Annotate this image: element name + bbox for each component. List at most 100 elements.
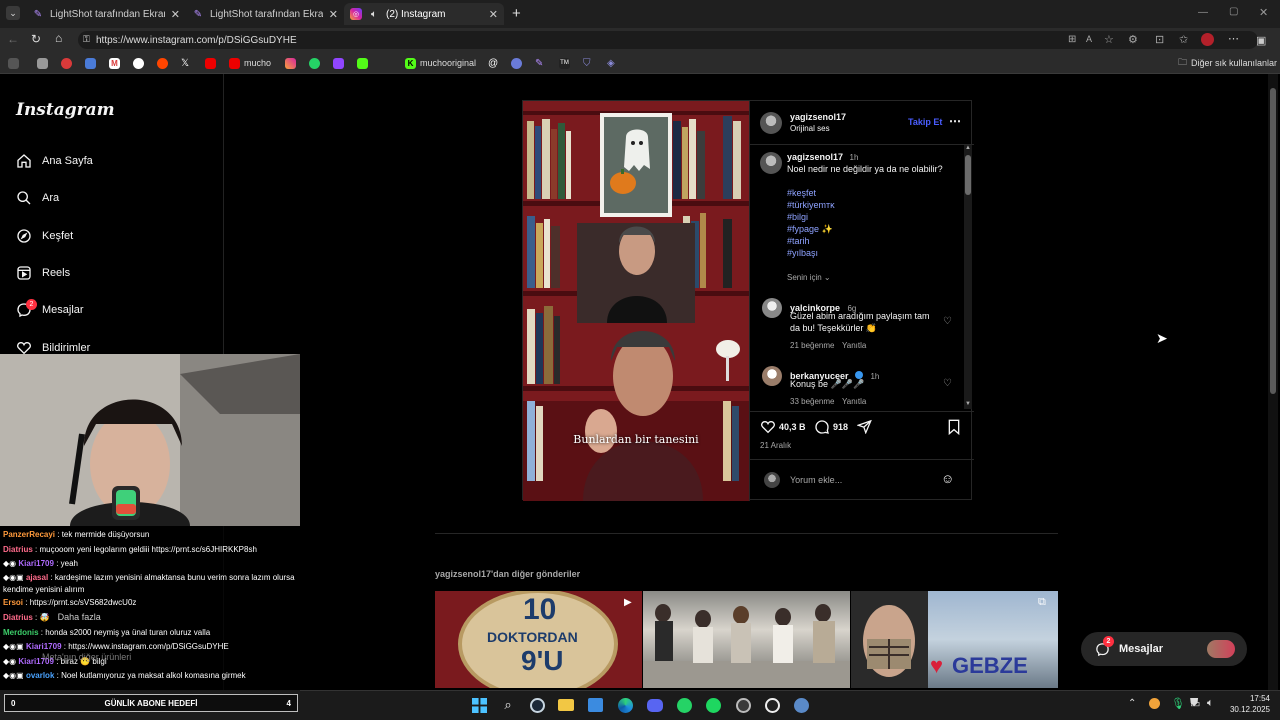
address-bar[interactable]: ⚿ https://www.instagram.com/p/DSiGGsuDYH… <box>78 31 1258 49</box>
speaker-icon[interactable]: 🔈︎ <box>368 8 380 20</box>
scroll-thumb[interactable] <box>965 155 971 195</box>
caption-username[interactable]: yagizsenol17 <box>787 152 843 162</box>
comment-likes[interactable]: 33 beğenme <box>790 397 834 406</box>
edge-browser-icon[interactable] <box>616 696 634 714</box>
comments-scrollbar[interactable]: ▲ ▼ <box>964 145 972 409</box>
hashtag-link[interactable]: #tarih <box>787 235 810 247</box>
browser-tab-lightshot-2[interactable]: ✎ LightShot tarafından Ekran Görüntü ✕ <box>186 3 344 25</box>
bookmark-mucho[interactable]: mucho <box>229 56 271 70</box>
tray-app-icon[interactable] <box>1149 698 1160 709</box>
scroll-up-arrow-icon[interactable]: ▲ <box>965 145 971 151</box>
comment-like-heart-icon[interactable]: ♡ <box>943 316 952 327</box>
refresh-icon[interactable]: ↻ <box>31 32 41 46</box>
favorites-icon[interactable]: ✩ <box>1179 33 1188 46</box>
hashtag-link[interactable]: #bilgi <box>787 211 808 223</box>
bookmark-kick-icon[interactable] <box>357 56 372 70</box>
close-icon[interactable]: ✕ <box>489 8 498 21</box>
more-post-thumbnail[interactable] <box>851 591 928 688</box>
whatsapp-icon[interactable] <box>675 696 693 714</box>
split-screen-icon[interactable]: ⊡ <box>1155 33 1164 46</box>
bookmark-docs-icon[interactable] <box>85 56 100 70</box>
network-icon[interactable]: ▭ <box>1190 697 1200 710</box>
search-icon[interactable]: ⌕ <box>499 696 517 714</box>
volume-icon[interactable]: 🔈︎ <box>1207 697 1214 710</box>
nav-reels[interactable]: Reels <box>16 262 70 284</box>
close-window-icon[interactable]: ✕ <box>1259 6 1268 19</box>
bookmark-folder-icon[interactable] <box>37 56 52 70</box>
nav-explore[interactable]: Keşfet <box>16 225 73 247</box>
bookmark-threads-icon[interactable]: @ <box>488 56 498 70</box>
page-scrollbar-thumb[interactable] <box>1270 88 1276 394</box>
more-label[interactable]: Daha fazla <box>58 612 101 622</box>
post-date[interactable]: 21 Aralık <box>760 441 791 450</box>
nav-search[interactable]: Ara <box>16 187 59 209</box>
bookmark-chrome-icon[interactable] <box>61 56 76 70</box>
vpn-app-icon[interactable] <box>792 696 810 714</box>
more-menu-icon[interactable]: ⋯ <box>1228 32 1239 45</box>
bookmark-sync-icon[interactable] <box>511 56 526 70</box>
browser-tab-lightshot-1[interactable]: ✎ LightShot tarafından Ekran Görüntü ✕ <box>26 3 186 25</box>
comment-likes[interactable]: 21 beğenme <box>790 341 834 350</box>
reader-icon[interactable]: ⊞ <box>1068 34 1076 45</box>
steam-icon[interactable] <box>528 696 546 714</box>
comment-button[interactable]: 918 <box>814 419 848 435</box>
new-tab-plus-icon[interactable]: + <box>512 5 521 22</box>
comment-reply-button[interactable]: Yanıtla <box>842 397 866 406</box>
hashtag-link[interactable]: #fypage ✨ <box>787 223 833 235</box>
bookmark-tabs-icon[interactable] <box>8 56 23 70</box>
comment-input[interactable]: Yorum ekle... <box>790 475 842 485</box>
messages-pill[interactable]: 2 Mesajlar <box>1081 632 1247 666</box>
hashtag-link[interactable]: #yılbaşı <box>787 247 818 259</box>
more-post-thumbnail[interactable] <box>643 591 850 688</box>
share-button[interactable] <box>856 419 872 439</box>
comment-avatar[interactable] <box>762 366 782 386</box>
favorite-star-icon[interactable]: ☆ <box>1104 33 1114 46</box>
bookmark-twitch-icon[interactable] <box>333 56 348 70</box>
obs-icon[interactable] <box>763 696 781 714</box>
browser-tab-instagram[interactable]: ◎ 🔈︎ (2) Instagram ✕ <box>344 3 504 25</box>
bookmark-feather-icon[interactable]: ✎ <box>535 56 543 70</box>
maximize-icon[interactable]: ▢ <box>1229 6 1238 17</box>
save-button[interactable] <box>947 419 961 440</box>
reel-video[interactable]: Bunlardan bir tanesini <box>523 101 749 501</box>
site-info-icon[interactable]: ⚿ <box>83 34 90 45</box>
bookmark-shield-icon[interactable]: ⛉ <box>583 56 591 70</box>
clock[interactable]: 17:54 30.12.2025 <box>1224 693 1270 715</box>
more-options-icon[interactable]: ⋯ <box>949 114 961 128</box>
more-posts-heading[interactable]: yagizsenol17'dan diğer gönderiler <box>435 569 580 579</box>
bookmark-gmail-icon[interactable]: M <box>109 56 124 70</box>
discord-icon[interactable] <box>646 696 664 714</box>
hashtag-link[interactable]: #keşfet <box>787 187 816 199</box>
meta-products-label[interactable]: Meta'nın diğer ürünleri <box>42 650 131 665</box>
bookmark-tm[interactable]: TM <box>559 56 574 70</box>
spotify-icon[interactable] <box>704 696 722 714</box>
sidebar-toggle-icon[interactable]: ▣ <box>1256 34 1266 47</box>
audio-label[interactable]: Orijinal ses <box>790 124 830 133</box>
hashtag-link[interactable]: #türkiyemᴛᴋ <box>787 199 835 211</box>
for-you-filter[interactable]: Senin için ⌄ <box>787 273 831 282</box>
home-browser-icon[interactable]: ⌂ <box>55 31 62 45</box>
emoji-icon[interactable]: ☺ <box>941 471 954 486</box>
bookmark-google-icon[interactable] <box>133 56 148 70</box>
tray-mic-icon[interactable]: 🎙︎ <box>1171 697 1185 710</box>
follow-button[interactable]: Takip Et <box>908 117 942 127</box>
other-favorites[interactable]: 🗀 Diğer sık kullanılanlar <box>1178 56 1277 70</box>
like-button[interactable]: 40,3 B <box>760 419 806 435</box>
tab-list-chevron-icon[interactable]: ⌄ <box>6 6 20 20</box>
nav-home[interactable]: Ana Sayfa <box>16 150 93 172</box>
start-windows-icon[interactable] <box>470 696 488 714</box>
read-aloud-icon[interactable]: A <box>1086 34 1092 44</box>
close-icon[interactable]: ✕ <box>171 8 180 21</box>
minimize-icon[interactable]: — <box>1198 7 1208 18</box>
profile-avatar-icon[interactable] <box>1201 33 1214 46</box>
more-post-thumbnail[interactable]: 10 DOKTORDAN 9'U ▶ <box>435 591 642 688</box>
caption-time[interactable]: 1h <box>850 153 859 162</box>
bookmark-muchooriginal[interactable]: Kmuchooriginal <box>405 56 476 70</box>
author-username[interactable]: yagizsenol17 <box>790 112 846 122</box>
comment-like-heart-icon[interactable]: ♡ <box>943 378 952 389</box>
more-post-thumbnail[interactable]: GEBZE ♥ ⧉ <box>928 591 1058 688</box>
bookmark-instagram-icon[interactable] <box>285 56 300 70</box>
bookmark-diamond-icon[interactable]: ◈ <box>607 56 615 70</box>
extensions-icon[interactable]: ⚙ <box>1128 33 1138 46</box>
author-avatar[interactable] <box>760 112 782 134</box>
